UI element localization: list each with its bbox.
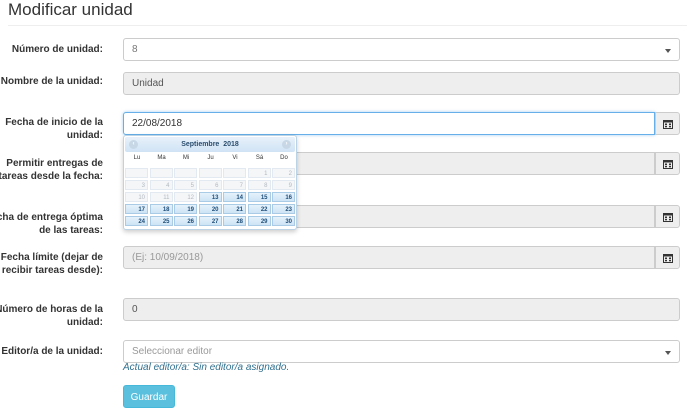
datepicker-month-label: Septiembre 2018 xyxy=(181,141,239,148)
weekday-header: Lu xyxy=(133,155,141,161)
datepicker-popup: ‹ Septiembre 2018 › Lu Ma Mi Ju Vi Sá Do 1 2 3 4 5 6… xyxy=(123,135,297,230)
datepicker-header: ‹ Septiembre 2018 › xyxy=(125,137,295,152)
datepicker-day[interactable]: 27 xyxy=(198,216,222,226)
unit-number-select[interactable]: 8 xyxy=(123,38,680,61)
page-title: Modificar unidad xyxy=(8,0,133,19)
datepicker-day[interactable]: 25 xyxy=(149,216,173,226)
hours-input[interactable]: 0 xyxy=(123,298,680,321)
datepicker-day[interactable]: 30 xyxy=(272,216,295,226)
editor-select[interactable]: Seleccionar editor xyxy=(123,340,680,363)
datepicker-day[interactable]: 24 xyxy=(125,216,148,226)
chevron-right-icon[interactable]: › xyxy=(282,140,291,149)
datepicker-day[interactable]: 26 xyxy=(174,216,197,226)
datepicker-day[interactable]: 19 xyxy=(174,204,197,214)
datepicker-day: 4 xyxy=(149,180,173,190)
unit-number-label: Número de unidad: xyxy=(11,44,103,55)
datepicker-day: 2 xyxy=(272,168,295,178)
deadline-placeholder: (Ej: 10/09/2018) xyxy=(132,252,204,263)
datepicker-day: 11 xyxy=(149,192,173,202)
deadline-input[interactable]: (Ej: 10/09/2018) xyxy=(123,246,655,269)
datepicker-day: 3 xyxy=(125,180,148,190)
datepicker-day: 8 xyxy=(247,180,271,190)
calendar-icon xyxy=(663,120,673,129)
weekday-header: Do xyxy=(280,155,288,161)
datepicker-day[interactable]: 17 xyxy=(125,204,148,214)
calendar-icon xyxy=(663,254,673,263)
datepicker-day: 1 xyxy=(247,168,271,178)
chevron-down-icon xyxy=(665,351,671,355)
chevron-down-icon xyxy=(665,49,671,53)
deadline-calendar-button[interactable] xyxy=(655,246,680,269)
datepicker-day xyxy=(149,168,173,178)
unit-number-value: 8 xyxy=(132,44,138,55)
allow-from-calendar-button[interactable] xyxy=(655,152,680,175)
start-date-label: Fecha de inicio de la unidad: xyxy=(5,117,103,141)
start-date-input[interactable]: 22/08/2018 xyxy=(123,112,655,135)
calendar-icon xyxy=(663,160,673,169)
datepicker-day xyxy=(198,168,222,178)
editor-placeholder: Seleccionar editor xyxy=(132,346,213,357)
datepicker-day[interactable]: 16 xyxy=(272,192,295,202)
datepicker-day: 5 xyxy=(174,180,197,190)
editor-help-text: Actual editor/a: Sin editor/a asignado. xyxy=(123,362,290,373)
datepicker-day[interactable]: 28 xyxy=(223,216,246,226)
datepicker-day: 7 xyxy=(223,180,246,190)
weekday-header: Sá xyxy=(255,155,264,161)
chevron-left-icon[interactable]: ‹ xyxy=(129,140,138,149)
start-date-value: 22/08/2018 xyxy=(132,118,183,129)
allow-from-label: Permitir entregas de tareas desde la fec… xyxy=(0,158,103,182)
hours-value: 0 xyxy=(132,304,138,315)
datepicker-day: 10 xyxy=(125,192,148,202)
datepicker-day[interactable]: 14 xyxy=(223,192,246,202)
unit-name-label: Nombre de la unidad: xyxy=(0,76,103,87)
unit-name-value: Unidad xyxy=(132,78,164,89)
hours-label: Número de horas de la unidad: xyxy=(0,304,103,328)
datepicker-day: 6 xyxy=(198,180,222,190)
datepicker-day xyxy=(174,168,197,178)
weekday-header: Ju xyxy=(207,155,214,161)
weekday-header: Ma xyxy=(157,155,166,161)
datepicker-day[interactable]: 20 xyxy=(198,204,222,214)
start-date-calendar-button[interactable] xyxy=(655,112,680,135)
datepicker-day[interactable]: 13 xyxy=(198,192,222,202)
datepicker-day[interactable]: 23 xyxy=(272,204,295,214)
optimal-date-calendar-button[interactable] xyxy=(655,205,680,228)
unit-name-input[interactable]: Unidad xyxy=(123,72,680,95)
deadline-label: Fecha límite (dejar de recibir tareas de… xyxy=(0,252,103,276)
datepicker-day[interactable]: 18 xyxy=(149,204,173,214)
title-divider xyxy=(8,25,687,26)
datepicker-day: 12 xyxy=(174,192,197,202)
datepicker-day[interactable]: 15 xyxy=(247,192,271,202)
datepicker-day[interactable]: 29 xyxy=(247,216,271,226)
datepicker-day xyxy=(125,168,148,178)
save-button[interactable]: Guardar xyxy=(123,385,175,408)
weekday-header: Mi xyxy=(182,155,190,161)
calendar-icon xyxy=(663,213,673,222)
datepicker-day xyxy=(223,168,246,178)
datepicker-day[interactable]: 22 xyxy=(247,204,271,214)
weekday-header: Vi xyxy=(232,155,238,161)
datepicker-day[interactable]: 21 xyxy=(223,204,246,214)
editor-label: Editor/a de la unidad: xyxy=(1,346,103,357)
datepicker-day: 9 xyxy=(272,180,295,190)
optimal-date-label: Fecha de entrega óptima de las tareas: xyxy=(0,212,103,236)
